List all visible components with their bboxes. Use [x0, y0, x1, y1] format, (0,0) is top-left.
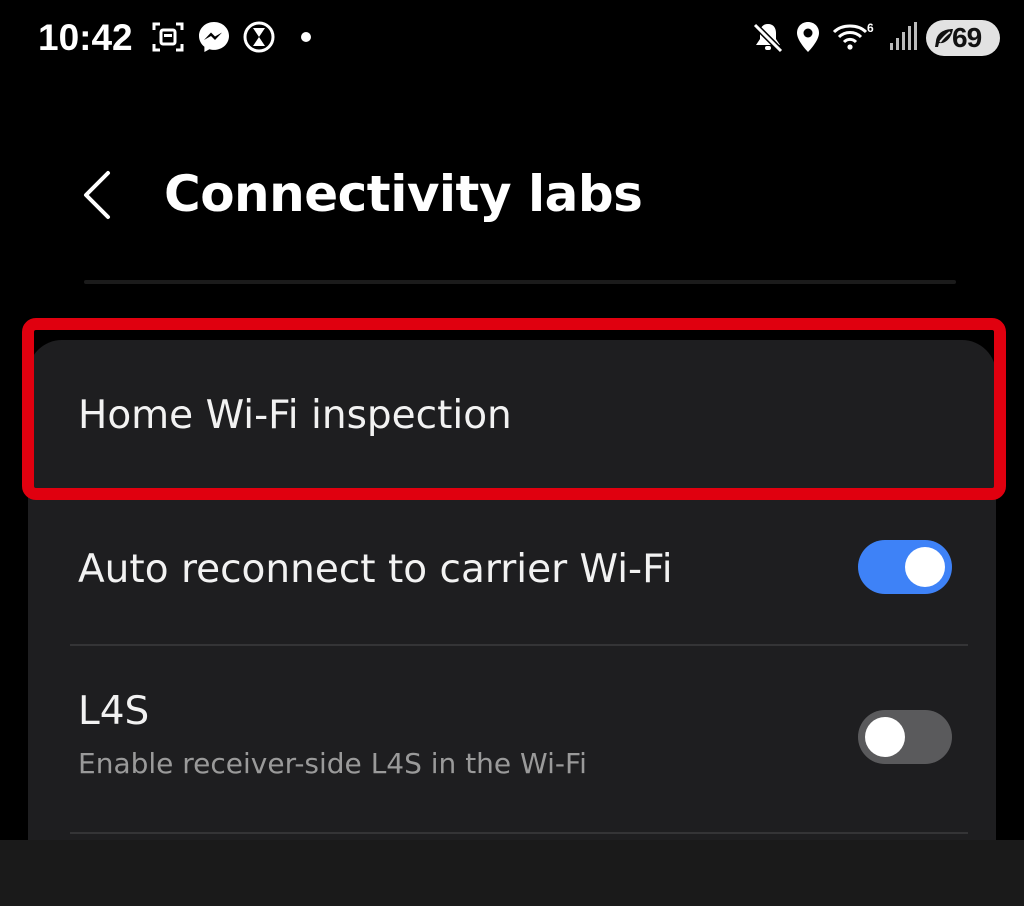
bottom-bar: [0, 840, 1024, 906]
settings-screen: 10:42 6 69 Connectivity labs Home Wi-Fi …: [0, 0, 1024, 906]
notification-dot: [301, 32, 311, 42]
back-button[interactable]: [70, 160, 130, 230]
auto-reconnect-toggle[interactable]: [858, 540, 952, 594]
toggle-knob: [865, 717, 905, 757]
messenger-icon: [199, 22, 229, 52]
list-item-l4s[interactable]: L4S Enable receiver-side L4S in the Wi-F…: [28, 646, 996, 832]
wifi-icon: 6: [832, 21, 874, 50]
status-time: 10:42: [38, 17, 133, 58]
settings-list: Home Wi-Fi inspection Auto reconnect to …: [28, 340, 996, 840]
list-item-label: L4S: [78, 689, 150, 734]
page-title: Connectivity labs: [164, 165, 643, 223]
list-item-label: Auto reconnect to carrier Wi-Fi: [78, 547, 673, 592]
status-bar: 10:42 6 69: [0, 0, 1024, 78]
timer-icon: [243, 21, 275, 53]
header-divider: [84, 280, 956, 284]
mute-icon: [752, 22, 784, 54]
toggle-knob: [905, 547, 945, 587]
screenshot-icon: [152, 22, 184, 52]
list-item-auto-reconnect[interactable]: Auto reconnect to carrier Wi-Fi: [28, 500, 996, 646]
list-item-sublabel: Enable receiver-side L4S in the Wi-Fi: [78, 747, 587, 780]
location-icon: [797, 22, 819, 52]
signal-icon: [890, 22, 917, 50]
svg-text:6: 6: [867, 21, 874, 35]
battery-level: 69: [952, 22, 982, 53]
row-divider: [70, 832, 968, 834]
l4s-toggle[interactable]: [858, 710, 952, 764]
list-item-home-wifi-inspection[interactable]: Home Wi-Fi inspection: [28, 340, 996, 500]
list-item-label: Home Wi-Fi inspection: [78, 393, 512, 438]
battery-indicator: 69: [926, 20, 1000, 56]
chevron-left-icon: [84, 171, 110, 219]
